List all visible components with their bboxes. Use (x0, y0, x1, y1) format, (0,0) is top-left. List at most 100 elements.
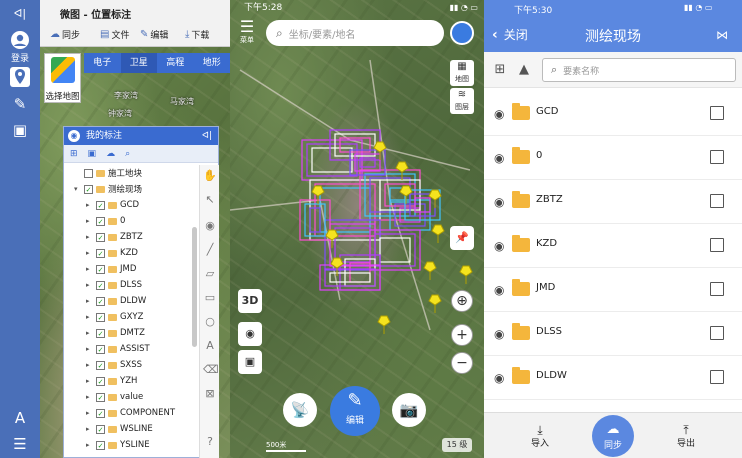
chevron-right-icon[interactable]: ▸ (86, 201, 93, 209)
chevron-right-icon[interactable]: ▸ (86, 441, 93, 449)
clear-icon[interactable]: ▲ (516, 62, 532, 78)
layer-checkbox[interactable]: ✓ (96, 232, 105, 242)
layer-tree-row[interactable]: ▸ ✓ WSLINE (86, 421, 153, 437)
eye-icon[interactable]: ◉ (494, 327, 504, 341)
cloud-icon[interactable]: ☁ (106, 149, 115, 159)
layer-checkbox[interactable]: ✓ (96, 200, 105, 210)
basemap-button[interactable]: ▦ 地图 (450, 60, 474, 86)
eye-icon[interactable]: ◉ (494, 107, 504, 121)
select-checkbox[interactable] (710, 150, 724, 164)
list-item[interactable]: ◉ DLDW (484, 356, 742, 400)
visibility-eye-icon[interactable]: ◉ (238, 322, 262, 346)
tab-electronic[interactable]: 电子 (84, 53, 121, 73)
image-icon[interactable]: ▣ (10, 120, 30, 140)
feature-search-input[interactable]: ⌕ 要素名称 (542, 58, 736, 82)
zoom-in-button[interactable]: + (451, 324, 473, 346)
list-item[interactable]: ◉ JMD (484, 268, 742, 312)
eye-icon[interactable]: ◉ (494, 195, 504, 209)
rectangle-icon[interactable]: ▭ (203, 291, 217, 305)
layer-tree-row[interactable]: ▸ ✓ YSLINE (86, 437, 150, 453)
zoom-out-button[interactable]: − (451, 352, 473, 374)
layer-tree-row[interactable]: ▸ ✓ KZD (86, 245, 138, 261)
select-checkbox[interactable] (710, 238, 724, 252)
chevron-right-icon[interactable]: ▸ (86, 233, 93, 241)
select-checkbox[interactable] (710, 370, 724, 384)
eye-icon[interactable]: ◉ (494, 371, 504, 385)
polygon-icon[interactable]: ▱ (203, 267, 217, 281)
layer-tree-row[interactable]: ▸ ✓ DMTZ (86, 325, 145, 341)
login-label[interactable]: 登录 (0, 51, 40, 64)
map-pin-icon[interactable] (377, 315, 391, 334)
locate-icon[interactable]: ⊕ (451, 290, 473, 312)
edit-button[interactable]: ✎ 编辑 (330, 386, 380, 436)
layer-tree-row[interactable]: ▸ ✓ 0 (86, 213, 125, 229)
map-pin-icon[interactable] (459, 265, 473, 284)
layer-checkbox[interactable] (84, 168, 93, 178)
satellite-dish-icon[interactable]: 📡 (283, 393, 317, 427)
chevron-right-icon[interactable]: ▸ (86, 361, 93, 369)
export-button[interactable]: ⤒ 导出 (666, 423, 706, 451)
layer-checkbox[interactable]: ✓ (84, 184, 93, 194)
chevron-right-icon[interactable]: ▸ (86, 377, 93, 385)
select-checkbox[interactable] (710, 106, 724, 120)
map-pin-icon[interactable] (431, 224, 445, 243)
layers-button[interactable]: ≋ 图层 (450, 88, 474, 114)
layer-checkbox[interactable]: ✓ (96, 392, 105, 402)
chevron-right-icon[interactable]: ▸ (86, 249, 93, 257)
avatar[interactable] (450, 21, 474, 45)
eye-icon[interactable]: ◉ (494, 283, 504, 297)
layer-checkbox[interactable]: ✓ (96, 248, 105, 258)
import-button[interactable]: ⤓ 导入 (520, 423, 560, 451)
location-pin-icon[interactable] (10, 67, 30, 87)
map-pin-icon[interactable] (395, 161, 409, 180)
menu-icon[interactable]: ☰ (10, 434, 30, 454)
add-folder-icon[interactable]: ▣ (88, 149, 97, 159)
sync-button[interactable]: ☁ 同步 (592, 415, 634, 457)
layer-checkbox[interactable]: ✓ (96, 408, 105, 418)
layer-tree-row[interactable]: ▸ ✓ GXYZ (86, 309, 143, 325)
hand-icon[interactable]: ✋ (203, 169, 217, 183)
chevron-right-icon[interactable]: ▸ (86, 265, 93, 273)
close-button[interactable]: ‹ 关闭 (492, 26, 528, 43)
user-icon[interactable] (10, 30, 30, 50)
layer-checkbox[interactable]: ✓ (96, 328, 105, 338)
collapse-icon[interactable]: ᐊ| (202, 127, 212, 145)
list-item[interactable]: ◉ DLSS (484, 312, 742, 356)
eye-icon[interactable]: ◉ (494, 151, 504, 165)
add-layer-icon[interactable]: ⊞ (70, 149, 78, 159)
share-icon[interactable]: ⋈ (716, 28, 728, 42)
camera-icon[interactable]: 📷 (392, 393, 426, 427)
layer-tree-row[interactable]: ▾ ✓ 测绘现场 (74, 181, 142, 197)
layer-checkbox[interactable]: ✓ (96, 440, 105, 450)
select-checkbox[interactable] (710, 282, 724, 296)
list-item[interactable]: ◉ 0 (484, 136, 742, 180)
eye-icon[interactable]: ◉ (494, 239, 504, 253)
map-pin-icon[interactable] (423, 261, 437, 280)
edit-button[interactable]: ✎ 编辑 (140, 28, 168, 41)
list-item[interactable]: ◉ KZD (484, 224, 742, 268)
layer-checkbox[interactable]: ✓ (96, 264, 105, 274)
pin-tool-button[interactable]: 📌 (450, 226, 474, 250)
download-button[interactable]: ⤓ 下载 (185, 28, 209, 41)
layer-checkbox[interactable]: ✓ (96, 424, 105, 434)
map-search-input[interactable]: ⌕ 坐标/要素/地名 (266, 20, 444, 46)
line-icon[interactable]: ╱ (203, 243, 217, 257)
layer-tree-row[interactable]: ▸ ✓ DLDW (86, 293, 146, 309)
layer-checkbox[interactable]: ✓ (96, 296, 105, 306)
eraser-icon[interactable]: ⌫ (203, 363, 219, 377)
layer-tree-row[interactable]: ▸ ✓ COMPONENT (86, 405, 175, 421)
chevron-right-icon[interactable]: ▸ (86, 217, 93, 225)
layer-tree-row[interactable]: ▸ ✓ ASSIST (86, 341, 150, 357)
tab-elevation[interactable]: 高程 (157, 53, 194, 73)
layer-tree-row[interactable]: ▸ ✓ DLSS (86, 277, 142, 293)
font-size-icon[interactable]: A (10, 408, 30, 428)
chevron-right-icon[interactable]: ▸ (86, 345, 93, 353)
sync-button[interactable]: ☁ 同步 (50, 28, 80, 41)
layer-checkbox[interactable]: ✓ (96, 376, 105, 386)
select-checkbox[interactable] (710, 194, 724, 208)
map-pin-icon[interactable] (428, 294, 442, 313)
list-item[interactable]: ◉ ZBTZ (484, 180, 742, 224)
chevron-down-icon[interactable]: ▾ (74, 185, 81, 193)
chevron-right-icon[interactable]: ▸ (86, 297, 93, 305)
file-button[interactable]: ▤ 文件 (100, 28, 129, 41)
